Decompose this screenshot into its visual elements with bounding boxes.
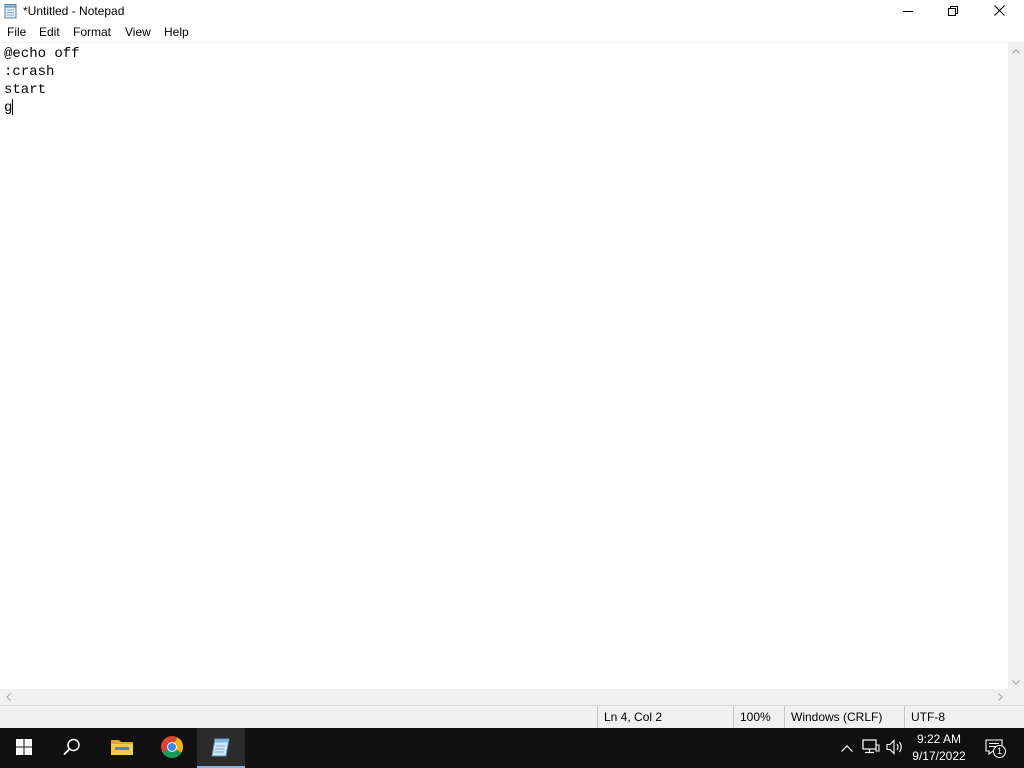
volume-button[interactable] xyxy=(884,728,906,768)
scroll-right-button[interactable] xyxy=(992,689,1008,705)
minimize-button[interactable] xyxy=(885,0,931,23)
status-zoom: 100% xyxy=(733,706,784,728)
status-bar: Ln 4, Col 2 100% Windows (CRLF) UTF-8 xyxy=(0,705,1024,728)
horizontal-scrollbar[interactable] xyxy=(0,689,1008,705)
close-icon xyxy=(993,4,1005,19)
menu-view[interactable]: View xyxy=(124,25,152,40)
restore-button[interactable] xyxy=(930,0,976,23)
chevron-up-icon xyxy=(841,741,853,755)
clock-time: 9:22 AM xyxy=(916,732,962,746)
taskbar-clock[interactable]: 9:22 AM 9/17/2022 xyxy=(908,731,970,765)
chevron-right-icon xyxy=(997,690,1003,704)
notepad-icon xyxy=(210,736,232,761)
menu-bar: File Edit Format View Help xyxy=(0,23,1024,42)
minimize-icon xyxy=(903,5,913,19)
text-editor[interactable]: @echo off :crash start g xyxy=(0,42,1008,689)
scroll-down-button[interactable] xyxy=(1008,673,1024,689)
menu-help[interactable]: Help xyxy=(163,25,190,40)
menu-format[interactable]: Format xyxy=(72,25,112,40)
status-cursor-position: Ln 4, Col 2 xyxy=(597,706,731,728)
volume-icon xyxy=(886,738,904,758)
chevron-left-icon xyxy=(5,690,11,704)
notepad-icon xyxy=(4,4,18,19)
status-encoding: UTF-8 xyxy=(904,706,1024,728)
chrome-icon xyxy=(160,735,184,762)
scroll-left-button[interactable] xyxy=(0,689,16,705)
network-button[interactable] xyxy=(860,728,882,768)
chevron-down-icon xyxy=(1012,674,1020,688)
network-icon xyxy=(862,738,880,758)
status-line-ending: Windows (CRLF) xyxy=(784,706,904,728)
window-title: *Untitled - Notepad xyxy=(23,4,125,18)
menu-edit[interactable]: Edit xyxy=(38,25,61,40)
close-button[interactable] xyxy=(976,0,1022,23)
clock-date: 9/17/2022 xyxy=(912,749,966,763)
taskbar-file-explorer[interactable] xyxy=(98,728,146,768)
start-button[interactable] xyxy=(0,728,48,768)
scroll-up-button[interactable] xyxy=(1008,42,1024,58)
notification-count-badge: 1 xyxy=(993,745,1006,758)
editor-content[interactable]: @echo off :crash start g xyxy=(4,45,80,117)
vertical-scrollbar[interactable] xyxy=(1008,42,1024,689)
taskbar-notepad[interactable] xyxy=(197,728,245,768)
notification-icon: 1 xyxy=(985,739,1006,758)
file-explorer-icon xyxy=(110,737,134,760)
search-icon xyxy=(63,738,81,759)
menu-file[interactable]: File xyxy=(6,25,27,40)
text-caret xyxy=(12,99,13,115)
taskbar-chrome[interactable] xyxy=(148,728,196,768)
windows-start-icon xyxy=(16,738,32,758)
show-hidden-icons-button[interactable] xyxy=(838,728,856,768)
scrollbar-corner xyxy=(1008,689,1024,705)
restore-icon xyxy=(948,5,958,19)
chevron-up-icon xyxy=(1012,43,1020,57)
taskbar: 9:22 AM 9/17/2022 1 xyxy=(0,728,1024,768)
action-center-button[interactable]: 1 xyxy=(982,728,1008,768)
search-button[interactable] xyxy=(48,728,96,768)
title-bar[interactable]: *Untitled - Notepad xyxy=(0,0,1024,23)
